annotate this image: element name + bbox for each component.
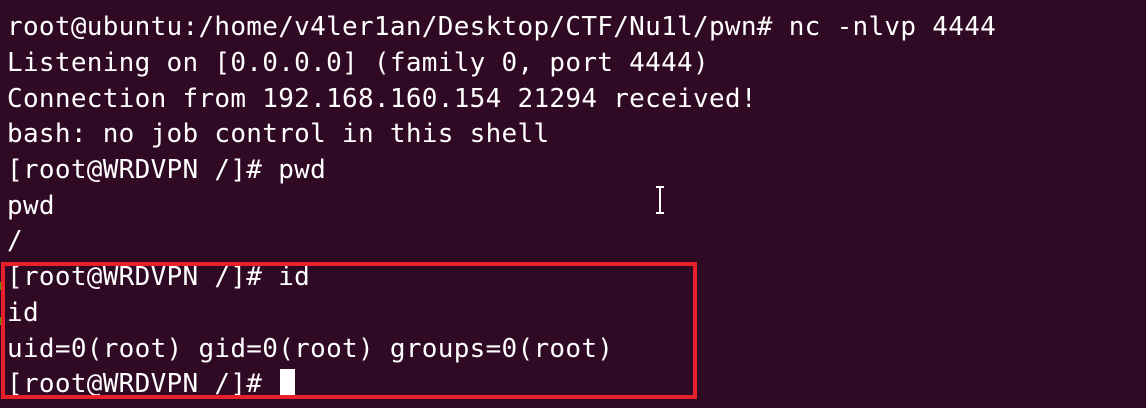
terminal-line-bash-notice: bash: no job control in this shell bbox=[7, 119, 550, 149]
i-beam-cursor-icon bbox=[656, 186, 664, 214]
terminal-line-prompt-id: [root@WRDVPN /]# id bbox=[7, 262, 311, 292]
terminal-line-command: root@ubuntu:/home/v4ler1an/Desktop/CTF/N… bbox=[7, 12, 997, 42]
terminal-line-id-output: uid=0(root) gid=0(root) groups=0(root) bbox=[7, 334, 614, 364]
terminal-line-current-prompt[interactable]: [root@WRDVPN /]# bbox=[7, 366, 296, 402]
terminal-line-id-echo: id bbox=[7, 298, 39, 328]
current-prompt-text: [root@WRDVPN /]# bbox=[7, 369, 279, 399]
edge-marker bbox=[0, 282, 3, 290]
terminal-line-pwd-output: / bbox=[7, 226, 23, 256]
terminal-line-connection: Connection from 192.168.160.154 21294 re… bbox=[7, 84, 757, 114]
edge-marker bbox=[0, 317, 3, 325]
terminal-line-listening: Listening on [0.0.0.0] (family 0, port 4… bbox=[7, 48, 709, 78]
terminal-line-pwd-echo: pwd bbox=[7, 191, 55, 221]
terminal-line-prompt-pwd: [root@WRDVPN /]# pwd bbox=[7, 155, 327, 185]
block-cursor-icon bbox=[280, 369, 296, 397]
terminal-window[interactable]: root@ubuntu:/home/v4ler1an/Desktop/CTF/N… bbox=[0, 0, 1146, 408]
